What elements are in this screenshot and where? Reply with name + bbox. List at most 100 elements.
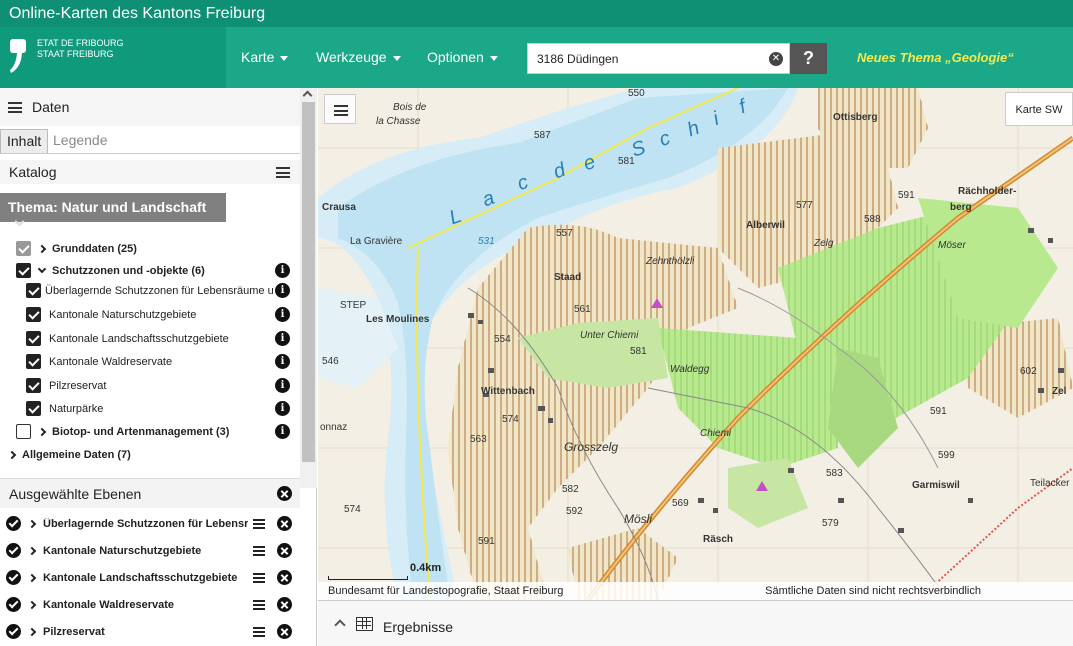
info-icon[interactable]: i xyxy=(275,378,290,393)
layer-options-icon[interactable] xyxy=(253,546,265,556)
tree-row[interactable]: Naturpärke i xyxy=(0,399,300,419)
layer-checkbox[interactable] xyxy=(26,401,41,416)
layer-checkbox[interactable] xyxy=(16,263,31,278)
remove-all-icon[interactable] xyxy=(277,486,292,501)
map-label: 581 xyxy=(630,346,647,357)
menu-optionen[interactable]: Optionen xyxy=(427,49,498,65)
map-label: 531 xyxy=(478,236,495,247)
tree-row[interactable]: Grunddaten (25) xyxy=(0,239,300,259)
tree-row[interactable]: Schutzzonen und -objekte (6) i xyxy=(0,261,300,281)
layer-checkbox[interactable] xyxy=(26,354,41,369)
remove-layer-icon[interactable] xyxy=(277,624,292,639)
tree-row[interactable]: Pilzreservat i xyxy=(0,376,300,396)
map-label: Staad xyxy=(554,272,582,283)
tree-row-label: Überlagernde Schutzzonen für Lebensräume… xyxy=(45,285,274,297)
chevron-right-icon[interactable] xyxy=(27,519,37,529)
menu-icon xyxy=(334,105,348,116)
selected-layer-row[interactable]: Kantonale Naturschutzgebiete xyxy=(0,541,300,561)
map-label: 577 xyxy=(796,200,813,211)
search-input[interactable] xyxy=(528,44,758,73)
chevron-right-icon[interactable] xyxy=(37,427,47,437)
remove-layer-icon[interactable] xyxy=(277,516,292,531)
tree-row[interactable]: Überlagernde Schutzzonen für Lebensräume… xyxy=(0,281,300,301)
scroll-thumb[interactable] xyxy=(302,102,315,462)
menu-werkzeuge[interactable]: Werkzeuge xyxy=(316,49,401,65)
tree-row[interactable]: Kantonale Naturschutzgebiete i xyxy=(0,305,300,325)
remove-layer-icon[interactable] xyxy=(277,570,292,585)
map-label: 546 xyxy=(322,356,339,367)
visible-check-icon[interactable] xyxy=(6,570,21,585)
menu-karte[interactable]: Karte xyxy=(241,49,289,65)
tree-row-label: Schutzzonen und -objekte (6) xyxy=(52,265,205,277)
visible-check-icon[interactable] xyxy=(6,543,21,558)
results-panel[interactable]: Ergebnisse xyxy=(318,600,1073,646)
catalog-header: Katalog xyxy=(0,160,300,184)
tree-row[interactable]: Kantonale Landschaftsschutzgebiete i xyxy=(0,329,300,349)
chevron-right-icon[interactable] xyxy=(37,244,47,254)
selected-layer-row[interactable]: Kantonale Waldreservate xyxy=(0,595,300,615)
visible-check-icon[interactable] xyxy=(6,624,21,639)
layer-checkbox[interactable] xyxy=(16,241,31,256)
map-menu-button[interactable] xyxy=(324,94,356,124)
layer-options-icon[interactable] xyxy=(253,600,265,610)
map-label: 599 xyxy=(938,450,955,461)
tree-row[interactable]: Kantonale Waldreservate i xyxy=(0,352,300,372)
menu-icon[interactable] xyxy=(8,102,22,113)
selected-layer-row[interactable]: Pilzreservat xyxy=(0,622,300,642)
chevron-right-icon[interactable] xyxy=(7,450,17,460)
chevron-up-icon[interactable] xyxy=(334,619,346,631)
clear-search-icon[interactable]: ✕ xyxy=(769,52,783,66)
chevron-right-icon[interactable] xyxy=(27,546,37,556)
canton-logo[interactable]: ETAT DE FRIBOURG STAAT FREIBURG xyxy=(0,27,226,88)
layer-options-icon[interactable] xyxy=(253,573,265,583)
map-canvas[interactable] xyxy=(318,88,1073,600)
chevron-right-icon[interactable] xyxy=(27,600,37,610)
sidebar-scrollbar[interactable] xyxy=(300,88,317,488)
tree-row-label: Kantonale Landschaftsschutzgebiete xyxy=(49,333,229,345)
remove-layer-icon[interactable] xyxy=(277,543,292,558)
tab-inhalt[interactable]: Inhalt xyxy=(0,129,49,153)
map-label: Zehnthölzli xyxy=(646,256,695,267)
tree-row[interactable]: Biotop- und Artenmanagement (3) i xyxy=(0,422,300,442)
map-view[interactable]: Bois de la Chasse Ottisberg Crausa La Graviè… xyxy=(318,88,1073,600)
layer-options-icon[interactable] xyxy=(253,627,265,637)
info-icon[interactable]: i xyxy=(275,401,290,416)
layer-checkbox[interactable] xyxy=(16,424,31,439)
theme-dropdown[interactable]: Thema: Natur und Landschaft xyxy=(0,193,226,227)
info-icon[interactable]: i xyxy=(275,354,290,369)
visible-check-icon[interactable] xyxy=(6,516,21,531)
info-icon[interactable]: i xyxy=(275,307,290,322)
map-label: 554 xyxy=(494,334,511,345)
selected-layers-header: Ausgewählte Ebenen xyxy=(0,478,300,508)
selected-layer-row[interactable]: Überlagernde Schutzzonen für Lebensräu xyxy=(0,514,300,534)
info-icon[interactable]: i xyxy=(275,263,290,278)
layer-checkbox[interactable] xyxy=(26,331,41,346)
layer-options-icon[interactable] xyxy=(253,519,265,529)
layer-checkbox[interactable] xyxy=(26,307,41,322)
basemap-button[interactable]: Karte SW xyxy=(1005,92,1073,126)
help-button[interactable]: ? xyxy=(790,43,827,74)
selected-layer-label: Kantonale Naturschutzgebiete xyxy=(43,545,202,557)
new-theme-link[interactable]: Neues Thema „Geologie“ xyxy=(857,50,1014,65)
info-icon[interactable]: i xyxy=(275,331,290,346)
layer-checkbox[interactable] xyxy=(26,283,41,298)
map-label: Rächholder- xyxy=(958,186,1017,197)
selected-layer-label: Kantonale Landschaftsschutzgebiete xyxy=(43,572,238,584)
visible-check-icon[interactable] xyxy=(6,597,21,612)
scroll-up-icon[interactable] xyxy=(302,90,313,101)
selected-layer-row[interactable]: Kantonale Landschaftsschutzgebiete xyxy=(0,568,300,588)
chevron-right-icon[interactable] xyxy=(27,573,37,583)
tab-divider xyxy=(0,153,316,154)
layer-checkbox[interactable] xyxy=(26,378,41,393)
tab-legende[interactable]: Legende xyxy=(47,129,114,153)
remove-layer-icon[interactable] xyxy=(277,597,292,612)
tree-row[interactable]: Allgemeine Daten (7) xyxy=(0,445,300,465)
map-label: 579 xyxy=(822,518,839,529)
chevron-right-icon[interactable] xyxy=(27,627,37,637)
catalog-menu-icon[interactable] xyxy=(276,167,290,178)
map-label: Unter Chiemi xyxy=(580,330,639,341)
info-icon[interactable]: i xyxy=(275,283,290,298)
chevron-down-icon[interactable] xyxy=(37,264,47,274)
info-icon[interactable]: i xyxy=(275,424,290,439)
tree-row-label: Grunddaten (25) xyxy=(52,243,137,255)
